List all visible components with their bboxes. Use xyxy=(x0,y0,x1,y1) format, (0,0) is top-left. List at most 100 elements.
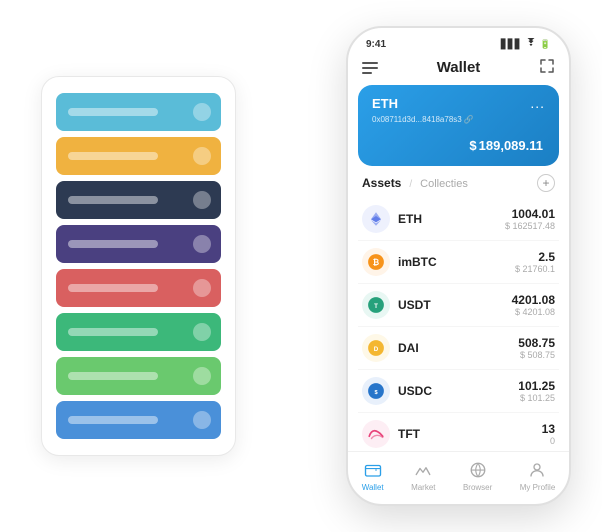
stack-card-icon xyxy=(193,191,211,209)
usdc-usd: $ 101.25 xyxy=(518,393,555,403)
stack-card-label xyxy=(68,328,158,336)
nav-profile[interactable]: My Profile xyxy=(520,460,556,492)
dai-amount: 508.75 xyxy=(518,336,555,350)
tab-assets[interactable]: Assets xyxy=(362,176,401,190)
battery-icon: 🔋 xyxy=(540,39,551,50)
stack-card-label xyxy=(68,152,158,160)
stack-card-1[interactable] xyxy=(56,93,221,131)
stack-card-icon xyxy=(193,411,211,429)
usdc-values: 101.25 $ 101.25 xyxy=(518,379,555,403)
stack-card-5[interactable] xyxy=(56,269,221,307)
asset-item-imbtc[interactable]: ₿ imBTC 2.5 $ 21760.1 xyxy=(358,241,559,284)
tft-amount: 13 xyxy=(542,422,555,436)
nav-browser[interactable]: Browser xyxy=(463,460,492,492)
stack-card-icon xyxy=(193,367,211,385)
eth-info: ETH xyxy=(398,212,505,226)
assets-tabs-left: Assets / Collecties xyxy=(362,176,468,190)
imbtc-values: 2.5 $ 21760.1 xyxy=(515,250,555,274)
stack-card-label xyxy=(68,240,158,248)
eth-card-amount: $189,089.11 xyxy=(372,130,545,156)
stack-card-4[interactable] xyxy=(56,225,221,263)
status-time: 9:41 xyxy=(366,39,386,50)
phone-header: Wallet xyxy=(348,54,569,85)
market-nav-icon xyxy=(413,460,433,480)
currency-symbol: $ xyxy=(469,138,476,153)
stack-card-7[interactable] xyxy=(56,357,221,395)
eth-values: 1004.01 $ 162517.48 xyxy=(505,207,555,231)
asset-item-usdc[interactable]: $ USDC 101.25 $ 101.25 xyxy=(358,370,559,413)
svg-text:D: D xyxy=(374,346,379,353)
eth-card-address: 0x08711d3d...8418a78s3 🔗 xyxy=(372,115,545,124)
phone-title: Wallet xyxy=(437,59,481,76)
bottom-nav: Wallet Market Browser My Profile xyxy=(348,451,569,504)
asset-item-tft[interactable]: TFT 13 0 xyxy=(358,413,559,451)
wallet-nav-icon xyxy=(363,460,383,480)
tft-values: 13 0 xyxy=(542,422,555,446)
usdt-icon: T xyxy=(362,291,390,319)
usdt-info: USDT xyxy=(398,298,512,312)
stack-card-icon xyxy=(193,323,211,341)
imbtc-name: imBTC xyxy=(398,255,515,269)
dai-values: 508.75 $ 508.75 xyxy=(518,336,555,360)
asset-item-eth[interactable]: ETH 1004.01 $ 162517.48 xyxy=(358,198,559,241)
add-asset-button[interactable]: + xyxy=(537,174,555,192)
expand-icon[interactable] xyxy=(539,58,555,77)
imbtc-amount: 2.5 xyxy=(515,250,555,264)
profile-nav-label: My Profile xyxy=(520,483,556,492)
stack-card-6[interactable] xyxy=(56,313,221,351)
status-icons: ▋▋▋ 🔋 xyxy=(501,38,551,50)
tab-collecties[interactable]: Collecties xyxy=(420,178,468,190)
usdc-name: USDC xyxy=(398,384,518,398)
status-bar: 9:41 ▋▋▋ 🔋 xyxy=(348,28,569,54)
hamburger-icon[interactable] xyxy=(362,62,378,74)
eth-amount: 1004.01 xyxy=(505,207,555,221)
stack-card-icon xyxy=(193,147,211,165)
tab-divider: / xyxy=(409,179,412,190)
phone-mockup: 9:41 ▋▋▋ 🔋 Wallet xyxy=(346,26,571,506)
usdt-amount: 4201.08 xyxy=(512,293,555,307)
dai-info: DAI xyxy=(398,341,518,355)
stack-card-label xyxy=(68,196,158,204)
stack-card-icon xyxy=(193,103,211,121)
dai-icon: D xyxy=(362,334,390,362)
eth-name: ETH xyxy=(398,212,505,226)
svg-text:₿: ₿ xyxy=(373,258,380,267)
stack-card-2[interactable] xyxy=(56,137,221,175)
tft-info: TFT xyxy=(398,427,542,441)
market-nav-label: Market xyxy=(411,483,435,492)
nav-wallet[interactable]: Wallet xyxy=(362,460,384,492)
stack-card-label xyxy=(68,108,158,116)
wifi-icon xyxy=(525,38,537,50)
usdt-name: USDT xyxy=(398,298,512,312)
stack-card-icon xyxy=(193,235,211,253)
stack-card-label xyxy=(68,284,158,292)
stack-card-label xyxy=(68,372,158,380)
eth-usd: $ 162517.48 xyxy=(505,221,555,231)
tft-icon xyxy=(362,420,390,448)
stack-card-3[interactable] xyxy=(56,181,221,219)
stack-card-8[interactable] xyxy=(56,401,221,439)
nav-market[interactable]: Market xyxy=(411,460,435,492)
browser-nav-icon xyxy=(468,460,488,480)
eth-card-more-button[interactable]: ... xyxy=(530,95,545,111)
card-stack xyxy=(41,76,236,456)
imbtc-info: imBTC xyxy=(398,255,515,269)
profile-nav-icon xyxy=(527,460,547,480)
wallet-nav-label: Wallet xyxy=(362,483,384,492)
asset-item-dai[interactable]: D DAI 508.75 $ 508.75 xyxy=(358,327,559,370)
eth-card-header: ETH ... xyxy=(372,95,545,111)
asset-item-usdt[interactable]: T USDT 4201.08 $ 4201.08 xyxy=(358,284,559,327)
signal-icon: ▋▋▋ xyxy=(501,39,522,50)
usdc-amount: 101.25 xyxy=(518,379,555,393)
stack-card-icon xyxy=(193,279,211,297)
imbtc-icon: ₿ xyxy=(362,248,390,276)
dai-usd: $ 508.75 xyxy=(518,350,555,360)
scene: 9:41 ▋▋▋ 🔋 Wallet xyxy=(21,16,581,516)
eth-card[interactable]: ETH ... 0x08711d3d...8418a78s3 🔗 $189,08… xyxy=(358,85,559,166)
eth-amount-value: 189,089.11 xyxy=(479,138,543,153)
imbtc-usd: $ 21760.1 xyxy=(515,264,555,274)
svg-text:T: T xyxy=(374,303,378,310)
usdt-usd: $ 4201.08 xyxy=(512,307,555,317)
tft-name: TFT xyxy=(398,427,542,441)
assets-tabs: Assets / Collecties + xyxy=(348,174,569,198)
